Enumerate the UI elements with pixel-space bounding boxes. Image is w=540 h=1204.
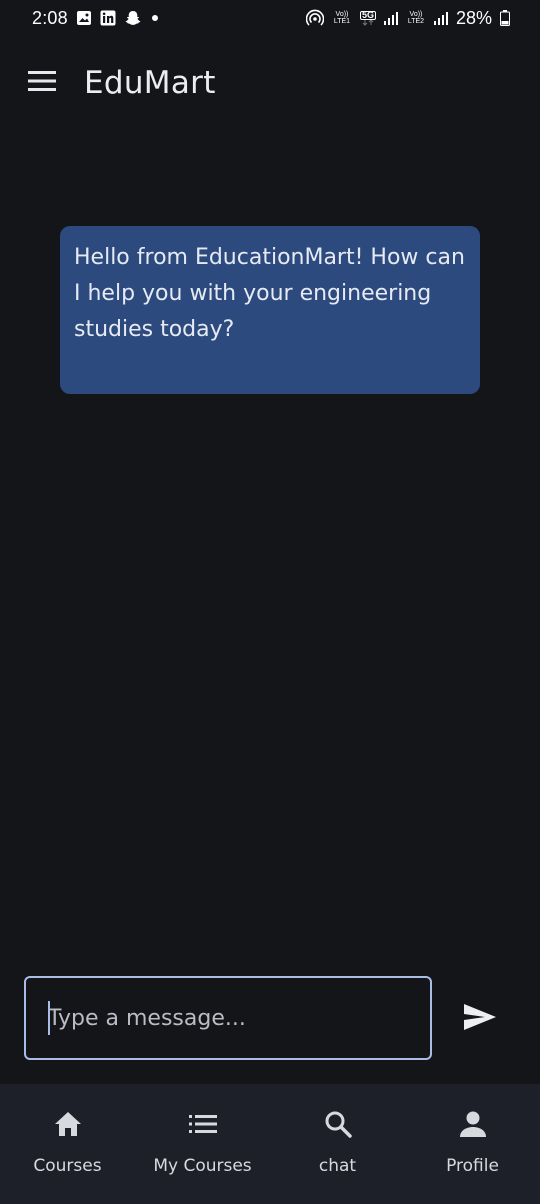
gallery-icon [76, 10, 92, 26]
send-button[interactable] [456, 997, 504, 1041]
battery-icon [500, 10, 510, 26]
volte2-icon: Vo)) LTE2 [407, 11, 425, 25]
status-time: 2:08 [32, 7, 68, 28]
status-right: Vo)) LTE1 5G Vo)) LTE2 28% [305, 7, 510, 29]
message-input[interactable] [24, 976, 432, 1060]
app-title: EduMart [84, 65, 216, 101]
status-left: 2:08 [32, 8, 160, 29]
nav-item-my-courses[interactable]: My Courses [135, 1084, 270, 1204]
message-composer [0, 975, 540, 1061]
person-icon [457, 1108, 489, 1140]
status-bar: 2:08 Vo)) LTE1 5G Vo)) LTE2 28% [0, 0, 540, 36]
home-icon [52, 1108, 84, 1140]
app-screen: 2:08 Vo)) LTE1 5G Vo)) LTE2 28% EduMart … [0, 0, 540, 1204]
dot-icon [150, 13, 160, 23]
send-icon [463, 1003, 497, 1035]
snapchat-icon [124, 10, 142, 26]
text-caret [48, 1001, 50, 1035]
nav-label-my-courses: My Courses [153, 1156, 252, 1176]
bottom-navigation: Courses My Courses chat Profile [0, 1084, 540, 1204]
search-icon [322, 1108, 354, 1140]
nav-item-profile[interactable]: Profile [405, 1084, 540, 1204]
nav-label-profile: Profile [446, 1156, 499, 1176]
app-bar: EduMart [0, 44, 540, 122]
list-icon [187, 1108, 219, 1140]
menu-button[interactable] [20, 61, 64, 105]
signal1-icon [383, 11, 398, 25]
nav-item-chat[interactable]: chat [270, 1084, 405, 1204]
menu-icon [28, 71, 56, 95]
5g-label: 5G [359, 9, 376, 20]
bot-message-bubble: Hello from EducationMart! How can I help… [60, 226, 480, 394]
linkedin-icon [100, 10, 116, 26]
signal2-icon [433, 11, 448, 25]
hotspot-icon [305, 9, 324, 27]
battery-percent: 28% [455, 7, 492, 28]
volte1-icon: Vo)) LTE1 [333, 11, 351, 25]
nav-item-courses[interactable]: Courses [0, 1084, 135, 1204]
nav-label-courses: Courses [33, 1156, 102, 1176]
nav-label-chat: chat [318, 1156, 357, 1176]
5g-icon: 5G [359, 9, 376, 26]
chat-area[interactable]: Hello from EducationMart! How can I help… [0, 122, 540, 962]
bot-message-text: Hello from EducationMart! How can I help… [74, 245, 465, 342]
